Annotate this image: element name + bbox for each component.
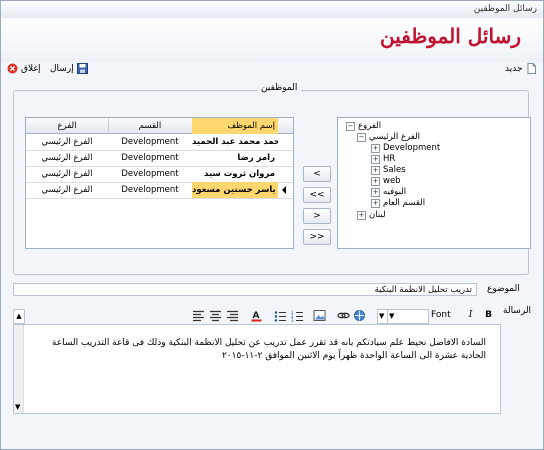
column-employee-name[interactable]: إسم الموظف <box>192 118 278 134</box>
expand-icon[interactable]: + <box>371 165 380 175</box>
column-branch[interactable]: الفرع <box>26 118 109 134</box>
align-left-icon[interactable] <box>192 309 205 322</box>
insert-image-icon[interactable] <box>313 309 326 322</box>
table-row-selected[interactable]: الفرع الرئيسي Development ياسر حسنين مسع… <box>26 182 293 199</box>
hyperlink-icon[interactable] <box>353 309 366 322</box>
tree-node-label: الفرع الرئيسي <box>369 132 420 142</box>
numbered-list-icon[interactable]: 123 <box>291 309 304 323</box>
title-bar: رسائل الموظفين <box>1 1 543 19</box>
window-title: رسائل الموظفين <box>473 4 537 14</box>
tree-node[interactable]: + web <box>371 176 401 186</box>
add-all-button[interactable]: << <box>303 187 331 203</box>
subject-label: الموضوع <box>487 284 520 294</box>
employees-grid[interactable]: الفرع القسم إسم الموظف الفرع الرئيسي Dev… <box>25 117 294 249</box>
close-label: إغلاق <box>21 63 41 74</box>
remove-all-button[interactable]: >> <box>303 229 331 245</box>
tree-node-label: Sales <box>383 165 406 175</box>
expand-icon[interactable]: + <box>357 210 366 220</box>
cell-branch: الفرع الرئيسي <box>41 137 93 147</box>
expand-icon[interactable]: + <box>371 198 380 208</box>
branches-tree[interactable]: − الفروع − الفرع الرئيسي + Development +… <box>337 117 531 249</box>
cell-branch: الفرع الرئيسي <box>41 185 93 195</box>
tree-node-label: البوفيه <box>383 187 407 197</box>
add-selected-button[interactable]: < <box>303 166 331 182</box>
header-banner: رسائل الموظفين <box>1 18 543 62</box>
tree-root-label: الفروع <box>358 121 382 131</box>
message-window: رسائل الموظفين رسائل الموظفين إغلاق إرسا… <box>0 0 544 450</box>
tree-node-label: web <box>383 176 401 186</box>
message-label: الرسالة <box>503 306 532 316</box>
grid-header: الفرع القسم إسم الموظف <box>26 118 293 134</box>
editor-scroll-up-icon[interactable]: ▲ <box>13 309 25 324</box>
cell-employee-name: أحمد محمد عبد الحميد <box>192 137 278 147</box>
send-button[interactable]: إرسال <box>50 63 88 74</box>
send-label: إرسال <box>50 63 74 74</box>
bullet-list-icon[interactable] <box>274 309 287 322</box>
collapse-icon[interactable]: − <box>346 121 355 131</box>
tree-node-label: Development <box>383 143 441 153</box>
table-row[interactable]: الفرع الرئيسي Development رامز رضا <box>26 150 293 167</box>
collapse-icon[interactable]: − <box>357 132 366 142</box>
align-right-icon[interactable] <box>226 309 239 322</box>
tree-node[interactable]: + Development <box>371 143 440 153</box>
cell-employee-name: ياسر حسنين مسعود <box>192 182 278 198</box>
new-document-icon <box>526 63 537 74</box>
expand-icon[interactable]: + <box>371 187 380 197</box>
close-icon <box>7 63 18 74</box>
cell-department: Development <box>121 185 179 195</box>
cell-employee-name: مروان ثروت سيد <box>204 169 275 179</box>
chevron-down-icon: ▼ <box>389 312 395 320</box>
tree-node[interactable]: + البوفيه <box>371 187 406 197</box>
subject-input[interactable]: تدريب تحليل الانظمة البنكية <box>13 283 477 296</box>
tree-node-label: القسم العام <box>383 198 426 208</box>
message-editor[interactable]: ▼ السادة الافاضل نحيط علم سيادتكم بانه ق… <box>13 324 501 414</box>
table-row[interactable]: الفرع الرئيسي Development مروان ثروت سيد <box>26 166 293 183</box>
save-icon <box>76 63 88 74</box>
expand-icon[interactable]: + <box>371 154 380 164</box>
tree-root[interactable]: − الفروع <box>346 121 381 131</box>
close-button[interactable]: إغلاق <box>7 63 41 74</box>
message-body: السادة الافاضل نحيط علم سيادتكم بانه قد … <box>51 338 486 361</box>
cell-department: Development <box>121 153 179 163</box>
cell-department: Development <box>121 137 179 147</box>
italic-icon[interactable]: I <box>464 309 477 322</box>
expand-icon[interactable]: + <box>371 143 380 153</box>
tree-node-lebanon[interactable]: + لبنان <box>357 210 386 220</box>
bold-icon[interactable]: B <box>482 309 495 322</box>
cell-department: Development <box>121 169 179 179</box>
svg-text:3: 3 <box>291 318 294 322</box>
expand-icon[interactable]: + <box>371 176 380 186</box>
link-icon[interactable] <box>337 309 350 322</box>
row-indicator-icon <box>281 182 291 198</box>
tree-node-label: HR <box>383 154 396 164</box>
tree-node-main-branch[interactable]: − الفرع الرئيسي <box>357 132 420 142</box>
text-color-icon[interactable]: A <box>250 309 263 322</box>
cell-employee-name: رامز رضا <box>237 153 275 163</box>
editor-toolbar: ▲ B I Font ▼ ▼ 123 A <box>13 308 499 324</box>
editor-scrollbar[interactable]: ▼ <box>14 325 24 413</box>
scroll-down-icon[interactable]: ▼ <box>15 403 20 411</box>
align-center-icon[interactable] <box>209 309 222 322</box>
font-color-select[interactable]: ▼ <box>377 309 388 324</box>
employees-legend: الموظفين <box>257 83 302 93</box>
page-title: رسائل الموظفين <box>379 24 521 48</box>
tree-node[interactable]: + Sales <box>371 165 406 175</box>
chevron-down-icon: ▼ <box>379 312 385 320</box>
tree-node-label: لبنان <box>369 210 386 220</box>
font-size-select[interactable]: ▼ <box>387 309 429 324</box>
toolbar: إغلاق إرسال جديد <box>1 62 543 78</box>
cell-branch: الفرع الرئيسي <box>41 169 93 179</box>
cell-branch: الفرع الرئيسي <box>41 153 93 163</box>
tree-node[interactable]: + HR <box>371 154 395 164</box>
new-label: جديد <box>505 63 523 74</box>
font-label: Font <box>431 310 451 320</box>
remove-selected-button[interactable]: > <box>303 208 331 224</box>
column-department[interactable]: القسم <box>108 118 193 134</box>
row-selector-header <box>278 118 293 134</box>
tree-node[interactable]: + القسم العام <box>371 198 425 208</box>
new-button[interactable]: جديد <box>505 63 537 74</box>
table-row[interactable]: الفرع الرئيسي Development أحمد محمد عبد … <box>26 134 293 151</box>
